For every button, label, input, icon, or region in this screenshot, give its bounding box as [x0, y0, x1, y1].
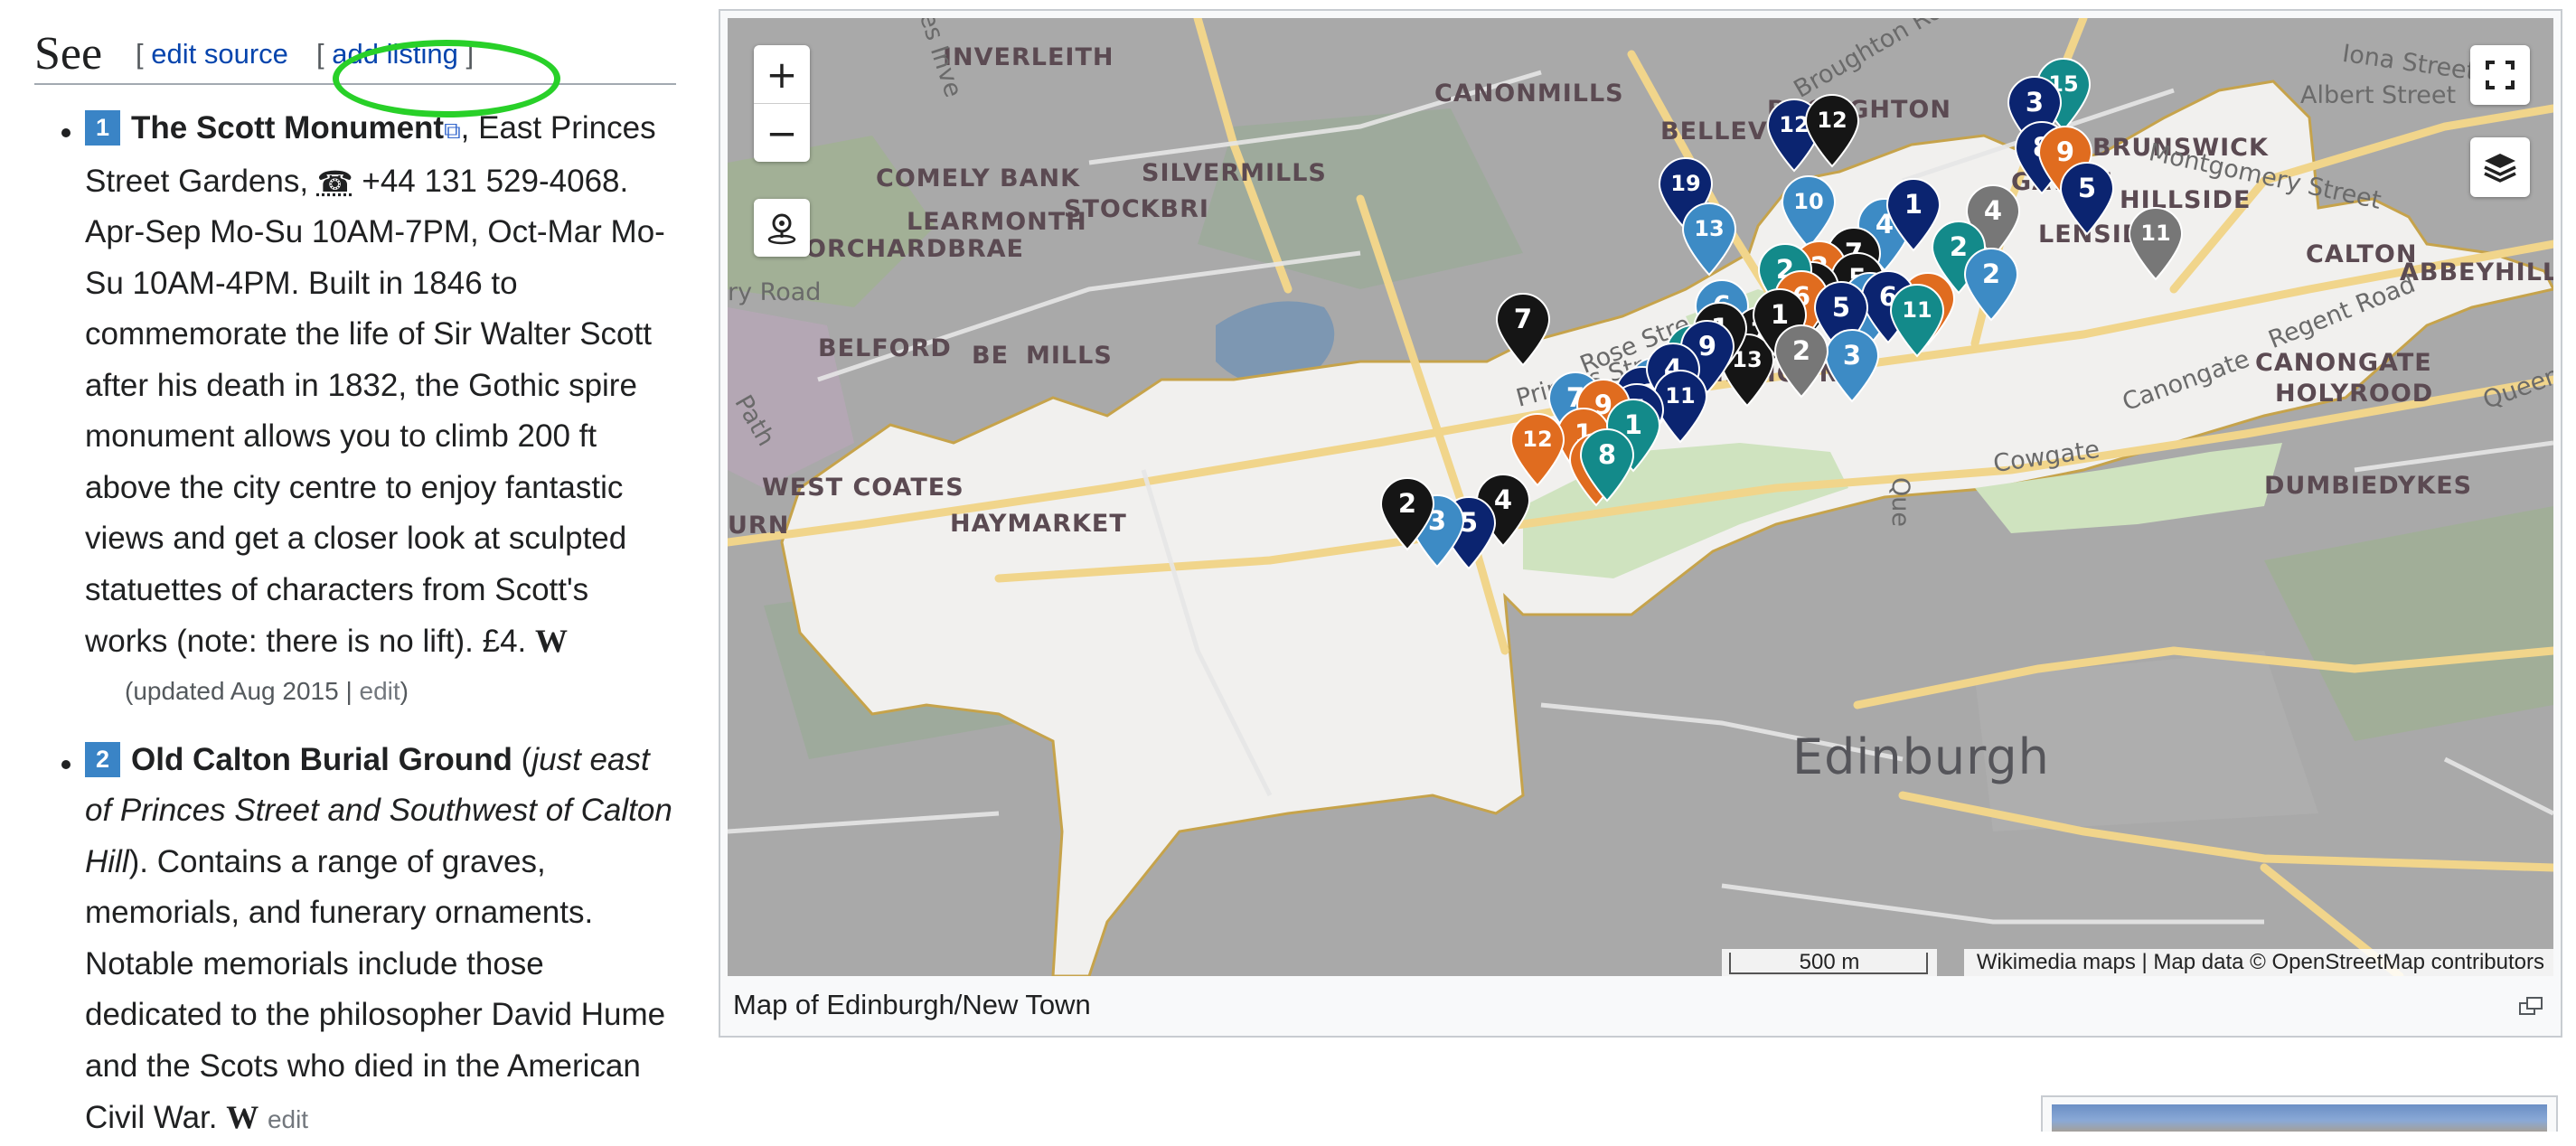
marker-label: 1 [1904, 189, 1923, 220]
layers-button[interactable] [2470, 137, 2530, 197]
section-heading: See [34, 28, 103, 80]
street-label: Que [1885, 477, 1914, 527]
map-marker[interactable]: 5 [2057, 162, 2117, 236]
district-label: SILVERMILLS [1142, 159, 1327, 187]
map-marker[interactable]: 2 [1772, 324, 1831, 399]
zoom-control: + − [754, 45, 810, 162]
edit-source-link[interactable]: edit source [151, 38, 288, 70]
district-label: CANONMILLS [1434, 80, 1624, 108]
district-label: COMELY BANK [876, 164, 1081, 193]
wikipedia-icon[interactable]: W [535, 623, 568, 659]
listing-description: ). Contains a range of graves, memorials… [85, 843, 666, 1136]
district-label: LEARMONTH [907, 208, 1087, 236]
layers-icon [2484, 154, 2516, 183]
listing-updated-line: (updated Aug 2015 | edit) [125, 668, 676, 715]
list-item: 2 Old Calton Burial Ground (just east of … [34, 735, 676, 1146]
listing-edit-link[interactable]: edit [268, 1105, 308, 1133]
map-marker[interactable]: 11 [2126, 207, 2186, 281]
bracket-open: [ [316, 38, 324, 70]
marker-label: 2 [1791, 335, 1811, 366]
map-marker[interactable]: 2 [1961, 248, 2021, 322]
marker-label: 11 [1902, 297, 1932, 323]
listing-number-badge[interactable]: 2 [85, 741, 120, 777]
district-label: ABBEYHILL [2400, 258, 2553, 286]
district-label: MILLS [1026, 342, 1113, 370]
district-label: DUMBIEDYKES [2264, 472, 2473, 500]
locate-icon [767, 213, 796, 245]
article-section: See [ edit source [ add listing ] 1 The S… [34, 25, 676, 1146]
street-label: Albert Street [2300, 81, 2457, 109]
photo-thumbnail[interactable] [2052, 1104, 2547, 1132]
listing-number-badge[interactable]: 1 [85, 110, 120, 146]
list-item: 1 The Scott Monument⧉, East Princes Stree… [34, 103, 676, 715]
map-marker[interactable]: 1 [1884, 178, 1943, 252]
fullscreen-icon [2486, 61, 2515, 89]
district-label: STOCKBRI [1064, 195, 1209, 223]
phone-icon: ☎ [316, 164, 353, 198]
enlarge-icon[interactable] [2519, 996, 2543, 1016]
marker-label: 3 [2025, 87, 2045, 117]
locate-button[interactable] [754, 199, 810, 257]
scale-line [1729, 953, 1928, 974]
map-canvas[interactable]: INVERLEITH CANONMILLS BROUGHTON BELLEVUE… [728, 18, 2553, 976]
zoom-out-button[interactable]: − [754, 104, 810, 162]
district-label: BELFORD [818, 334, 952, 362]
bracket-open: [ [136, 38, 144, 70]
listing-phone: +44 131 529-4068 [353, 163, 620, 199]
section-heading-row: See [ edit source [ add listing ] [34, 25, 676, 117]
district-label: CANONGATE [2255, 349, 2432, 377]
marker-label: 5 [2077, 173, 2097, 203]
city-label: Edinburgh [1792, 728, 2050, 785]
marker-label: 7 [1513, 304, 1533, 334]
marker-label: 8 [1597, 439, 1617, 470]
marker-label: 2 [1981, 258, 2001, 289]
map-caption: Map of Edinburgh/New Town [733, 989, 1091, 1020]
district-label: INVERLEITH [943, 43, 1114, 71]
listing-description: . Apr-Sep Mo-Su 10AM-7PM, Oct-Mar Mo-Su … [85, 163, 665, 660]
map-frame: INVERLEITH CANONMILLS BROUGHTON BELLEVUE… [719, 9, 2562, 1038]
marker-label: 12 [1522, 427, 1553, 452]
map-marker[interactable]: 2 [1377, 477, 1437, 551]
wikipedia-icon[interactable]: W [226, 1099, 259, 1135]
map-attribution[interactable]: Wikimedia maps | Map data © OpenStreetMa… [1963, 949, 2553, 976]
marker-label: 13 [1694, 216, 1725, 241]
marker-label: 10 [1793, 189, 1824, 214]
marker-label: 19 [1670, 171, 1701, 196]
listing-edit-link[interactable]: edit [360, 677, 400, 705]
street-label: ry Road [728, 278, 822, 306]
marker-label: 12 [1817, 108, 1847, 133]
updated-close: ) [400, 676, 409, 705]
marker-label: 11 [2140, 221, 2171, 246]
edit-source-link-group: [ edit source [136, 36, 288, 72]
updated-date: (updated Aug 2015 [125, 676, 339, 705]
map-marker[interactable]: 7 [1493, 293, 1553, 367]
map-marker[interactable]: 12 [1802, 94, 1862, 168]
district-label: ORCHARDBRAE [805, 235, 1024, 263]
map-marker[interactable]: 8 [1577, 428, 1637, 503]
district-label: WEST COATES [762, 474, 964, 502]
listing-name[interactable]: Old Calton Burial Ground [131, 742, 512, 777]
map-marker[interactable]: 13 [1679, 202, 1739, 277]
separator: | [345, 676, 353, 705]
district-label: BE [972, 342, 1010, 370]
marker-label: 2 [1397, 488, 1417, 519]
thumbnail-frame [2041, 1095, 2558, 1132]
listing-list: 1 The Scott Monument⧉, East Princes Stree… [34, 103, 676, 1146]
district-label: HAYMARKET [950, 510, 1127, 538]
marker-label: 5 [1831, 292, 1851, 323]
listing-name[interactable]: The Scott Monument [131, 110, 444, 146]
fullscreen-button[interactable] [2470, 45, 2530, 105]
map-marker[interactable]: 11 [1887, 284, 1947, 358]
scale-bar: 500 m [1722, 949, 1937, 976]
zoom-in-button[interactable]: + [754, 45, 810, 104]
district-label: URN [728, 512, 790, 540]
external-link-icon[interactable]: ⧉ [444, 117, 461, 144]
district-label: HOLYROOD [2275, 380, 2434, 408]
paren-open: ( [512, 741, 532, 777]
